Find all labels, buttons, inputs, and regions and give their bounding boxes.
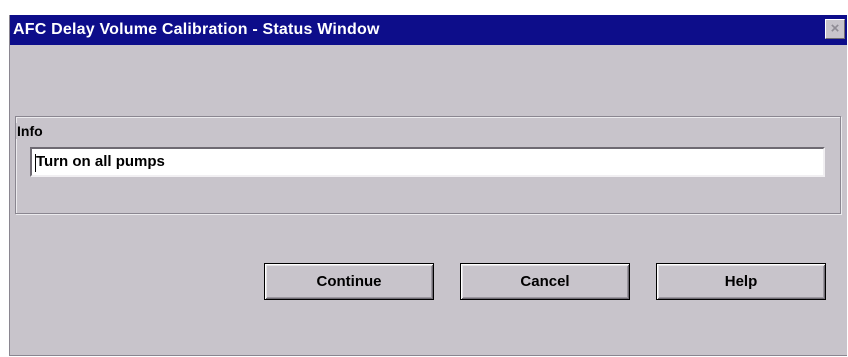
continue-button[interactable]: Continue	[264, 263, 434, 300]
help-button[interactable]: Help	[656, 263, 826, 300]
close-button[interactable]: ×	[825, 19, 845, 39]
title-bar[interactable]: AFC Delay Volume Calibration - Status Wi…	[10, 15, 847, 45]
close-icon: ×	[830, 20, 840, 37]
cancel-button[interactable]: Cancel	[460, 263, 630, 300]
text-caret	[35, 154, 36, 172]
info-group-label: Info	[16, 123, 44, 139]
info-message-text: Turn on all pumps	[36, 153, 165, 170]
info-message-field[interactable]: Turn on all pumps	[30, 147, 825, 177]
window-title: AFC Delay Volume Calibration - Status Wi…	[13, 21, 380, 38]
